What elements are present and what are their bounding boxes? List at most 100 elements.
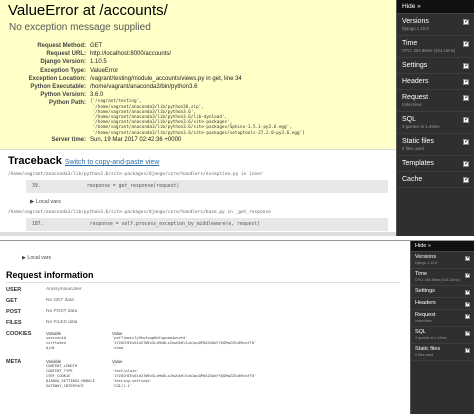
meta-row: Django Version: 1.10.5	[8, 58, 388, 66]
frame-context-line[interactable]: 39. response = get_response(request)	[26, 180, 388, 193]
meta-value: Sun, 19 Mar 2017 02:42:36 +0000	[90, 136, 182, 143]
toolbar-panel-request[interactable]: Request IndexView	[397, 90, 474, 112]
panel-title: Request	[402, 94, 429, 101]
meta-var-row: GATEWAY_INTERFACE 'CGI/1.1'	[46, 384, 256, 389]
debug-page-top: ValueError at /accounts/ No exception me…	[0, 0, 474, 236]
request-info-table: USER AnonymousUser GET No GET data POST No …	[0, 287, 410, 389]
panel-title: Settings	[415, 288, 435, 294]
meta-table: Request Method: GET Request URL: http://lo…	[8, 42, 388, 144]
panel-subtitle: 3 queries in 1.49ms	[415, 336, 447, 340]
panel-toggle-checkbox[interactable]	[463, 61, 470, 69]
toolbar-panel-versions[interactable]: Versions Django 1.10.5	[411, 252, 474, 269]
python-path-value: ['/vagrant/testing', '/home/vagrant/anac…	[90, 99, 305, 136]
request-row: POST No POST data	[6, 309, 410, 320]
hide-toolbar-button[interactable]: Hide »	[397, 0, 474, 14]
meta-var-name: GATEWAY_INTERFACE	[46, 384, 84, 388]
meta-key: Exception Location:	[28, 75, 86, 82]
panel-subtitle: 3 queries in 1.49ms	[402, 124, 440, 129]
error-summary: ValueError at /accounts/ No exception me…	[0, 0, 396, 150]
panel-toggle-checkbox[interactable]	[465, 254, 471, 261]
meta-row: META Variable Value CONTENT_LENGTH '' CONT…	[6, 359, 410, 389]
toolbar-panel-time[interactable]: Time CPU: 264.88ms (434.16ms)	[411, 269, 474, 286]
panel-toggle-checkbox[interactable]	[465, 271, 471, 278]
panel-toggle-checkbox[interactable]	[465, 346, 471, 353]
panel-subtitle: Django 1.10.5	[415, 261, 438, 265]
toolbar-panel-headers[interactable]: Headers	[397, 74, 474, 90]
toolbar-panel-cache[interactable]: Cache	[397, 172, 474, 188]
toolbar-panel-static-files[interactable]: Static files 0 files used	[411, 344, 474, 361]
panel-title: SQL	[402, 116, 417, 123]
panel-title: Headers	[415, 300, 436, 306]
panel-subtitle: 0 files used	[402, 146, 424, 151]
panel-title: Static files	[415, 346, 441, 352]
request-key: GET	[6, 298, 18, 304]
toolbar-panel-static-files[interactable]: Static files 0 files used	[397, 134, 474, 156]
panel-toggle-checkbox[interactable]	[463, 159, 470, 167]
meta-key: Server time:	[51, 136, 86, 143]
request-row: USER AnonymousUser	[6, 287, 410, 298]
panel-title: Time	[402, 40, 418, 47]
panel-toggle-checkbox[interactable]	[465, 329, 471, 336]
meta-key: Python Path:	[49, 100, 86, 107]
panel-subtitle: Django 1.10.5	[402, 26, 429, 31]
hide-toolbar-button[interactable]: Hide »	[411, 241, 474, 252]
panel-title: Static files	[402, 138, 434, 145]
traceback-heading: Traceback Switch to copy-and-paste view	[8, 155, 388, 167]
panel-toggle-checkbox[interactable]	[463, 115, 470, 123]
local-vars-toggle[interactable]: ▶ Local vars	[30, 199, 388, 205]
debug-page-bottom: ▶ Local vars Request information USER Ano…	[0, 240, 474, 414]
panel-toggle-checkbox[interactable]	[465, 288, 471, 295]
panel-title: Settings	[402, 62, 428, 69]
debug-toolbar-lower: Hide » VersionsDjango 1.10.5 TimeCPU: 26…	[410, 241, 474, 414]
meta-key: Python Version:	[40, 92, 86, 99]
toolbar-panel-settings[interactable]: Settings	[411, 286, 474, 298]
meta-row: Python Version: 3.6.0	[8, 91, 388, 99]
cookies-row: COOKIES Variable Value sessionid'pof7jmoi…	[6, 331, 410, 359]
meta-row: Exception Type: ValueError	[8, 67, 388, 75]
error-title: ValueError at /accounts/	[8, 2, 168, 19]
toolbar-panel-sql[interactable]: SQL 3 queries in 1.49ms	[411, 327, 474, 344]
toolbar-panel-versions[interactable]: Versions Django 1.10.5	[397, 14, 474, 36]
horizontal-scrollbar[interactable]	[0, 232, 396, 236]
meta-row: Python Executable: /home/vagrant/anaconda…	[8, 83, 388, 91]
panel-toggle-checkbox[interactable]	[463, 39, 470, 47]
panel-toggle-checkbox[interactable]	[463, 93, 470, 101]
panel-title: Cache	[402, 176, 423, 183]
debug-main: ValueError at /accounts/ No exception me…	[0, 0, 396, 236]
panel-title: Request	[415, 312, 436, 318]
panel-subtitle: CPU: 264.88ms (434.16ms)	[415, 278, 460, 282]
traceback-section: Traceback Switch to copy-and-paste view /…	[0, 150, 396, 231]
python-path-row: Python Path: ['/vagrant/testing', '/home/…	[8, 99, 388, 135]
error-message: No exception message supplied	[9, 22, 151, 33]
panel-toggle-checkbox[interactable]	[463, 77, 470, 85]
toolbar-panel-sql[interactable]: SQL 3 queries in 1.49ms	[397, 112, 474, 134]
toolbar-panel-request[interactable]: Request IndexView	[411, 310, 474, 327]
request-key: COOKIES	[6, 331, 32, 337]
panel-subtitle: 0 files used	[415, 353, 434, 357]
request-value: No FILES data	[46, 320, 78, 325]
copy-paste-view-link[interactable]: Switch to copy-and-paste view	[65, 159, 160, 166]
panel-title: Versions	[415, 254, 437, 260]
panel-title: Headers	[402, 78, 429, 85]
meta-value: ValueError	[90, 67, 119, 74]
toolbar-panel-headers[interactable]: Headers	[411, 298, 474, 310]
debug-toolbar: Hide » VersionsDjango 1.10.5 TimeCPU: 26…	[396, 0, 474, 236]
local-vars-toggle[interactable]: ▶ Local vars	[22, 255, 410, 261]
toolbar-panel-settings[interactable]: Settings	[397, 58, 474, 74]
panel-title: SQL	[415, 329, 427, 335]
meta-value: GET	[90, 43, 103, 49]
panel-toggle-checkbox[interactable]	[463, 17, 470, 25]
toolbar-panel-time[interactable]: Time CPU: 264.88ms (434.16ms)	[397, 36, 474, 58]
request-row: FILES No FILES data	[6, 320, 410, 331]
panel-subtitle: IndexView	[402, 102, 422, 107]
panel-toggle-checkbox[interactable]	[465, 312, 471, 319]
toolbar-panel-templates[interactable]: Templates	[397, 156, 474, 172]
debug-main-lower: ▶ Local vars Request information USER Ano…	[0, 241, 410, 414]
frame-filename: /home/vagrant/anaconda3/lib/python3.6/si…	[8, 172, 263, 177]
panel-toggle-checkbox[interactable]	[463, 175, 470, 183]
panel-subtitle: CPU: 264.88ms (434.16ms)	[402, 48, 456, 53]
panel-toggle-checkbox[interactable]	[465, 300, 471, 307]
panel-toggle-checkbox[interactable]	[463, 137, 470, 145]
meta-row: Request Method: GET	[8, 42, 388, 50]
frame-context-line[interactable]: 187. response = self.process_exception_b…	[26, 218, 388, 231]
